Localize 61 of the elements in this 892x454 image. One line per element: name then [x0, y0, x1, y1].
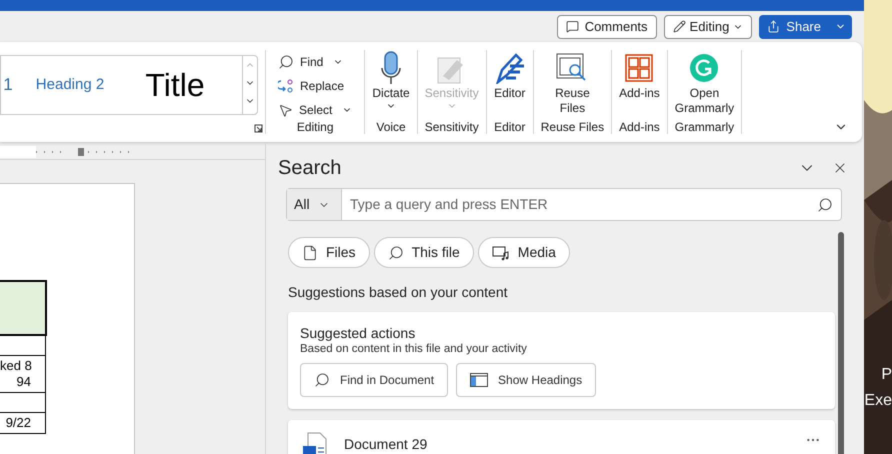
share-button[interactable]: Share: [759, 14, 852, 38]
group-label: Editing: [296, 120, 334, 134]
desktop-icon-label: P: [881, 365, 892, 385]
pencil-icon: [672, 20, 686, 33]
section-heading: Suggestions based on your content: [288, 283, 508, 302]
action-button[interactable]: Show Headings: [456, 363, 596, 397]
grammarly-icon: [689, 53, 720, 83]
ribbon-large-button[interactable]: Add-ins: [619, 50, 660, 120]
ribbon-large-button[interactable]: Open Grammarly: [674, 50, 734, 120]
ribbon-command[interactable]: Replace: [278, 76, 352, 96]
style-option[interactable]: Title: [125, 61, 225, 109]
card-title: Suggested actions: [300, 325, 416, 342]
filter-chip[interactable]: This file: [374, 237, 474, 268]
scrollbar[interactable]: [838, 232, 844, 454]
document-name: Document 29: [344, 435, 428, 454]
search-icon[interactable]: [817, 196, 833, 212]
ribbon-command[interactable]: Find: [278, 52, 352, 72]
table-header-cell: [0, 280, 47, 336]
filter-chip[interactable]: Media: [478, 237, 570, 268]
ribbon-large-button[interactable]: Dictate: [372, 50, 410, 120]
group-label: Reuse Files: [540, 120, 604, 134]
style-option[interactable]: Heading 2: [15, 74, 125, 96]
search-icon: [314, 372, 330, 388]
table-cell: ked 8 94: [0, 356, 46, 393]
result-card[interactable]: Document 29: [288, 420, 835, 454]
dialog-launcher-icon[interactable]: [254, 124, 263, 133]
search-field[interactable]: All Type a query and press ENTER: [286, 188, 842, 221]
group-label: Add-ins: [619, 120, 660, 134]
headings-pane-icon: [470, 373, 488, 387]
table-cell: [0, 336, 46, 356]
comments-button[interactable]: Comments: [556, 14, 657, 38]
ribbon-large-button[interactable]: Reuse Files: [555, 50, 590, 120]
search-icon: [388, 244, 404, 260]
pen-icon: [494, 52, 526, 84]
microphone-icon: [380, 51, 402, 85]
table-cell: [0, 393, 46, 413]
reuse-files-icon: [556, 53, 588, 83]
media-icon: [492, 244, 510, 260]
group-label: Voice: [376, 120, 406, 134]
action-button[interactable]: Find in Document: [300, 363, 448, 397]
share-icon: [767, 20, 780, 33]
pointer-icon: [278, 102, 293, 118]
comment-icon: [566, 20, 579, 33]
group-label: Sensitivity: [424, 120, 479, 134]
table-cell: 9/22: [0, 413, 46, 434]
add-ins-icon: [625, 54, 654, 82]
card-subtitle: Based on content in this file and your activity: [300, 342, 528, 357]
desktop-icon-label: Exe: [864, 391, 892, 411]
search-icon: [278, 54, 294, 70]
filter-chip[interactable]: Files: [288, 237, 370, 268]
ribbon-large-button[interactable]: Editor: [494, 50, 526, 120]
group-label: Grammarly: [674, 120, 734, 134]
editing-mode-button[interactable]: Editing: [664, 14, 752, 38]
style-option[interactable]: 1: [1, 72, 15, 98]
scope-dropdown[interactable]: All: [287, 189, 342, 220]
file-icon: [302, 244, 318, 260]
replace-icon: [278, 78, 294, 94]
group-label: Editor: [494, 120, 526, 134]
word-document-icon: [302, 432, 328, 454]
pane-title: Search: [278, 156, 342, 181]
ribbon-command[interactable]: Select: [278, 100, 352, 120]
